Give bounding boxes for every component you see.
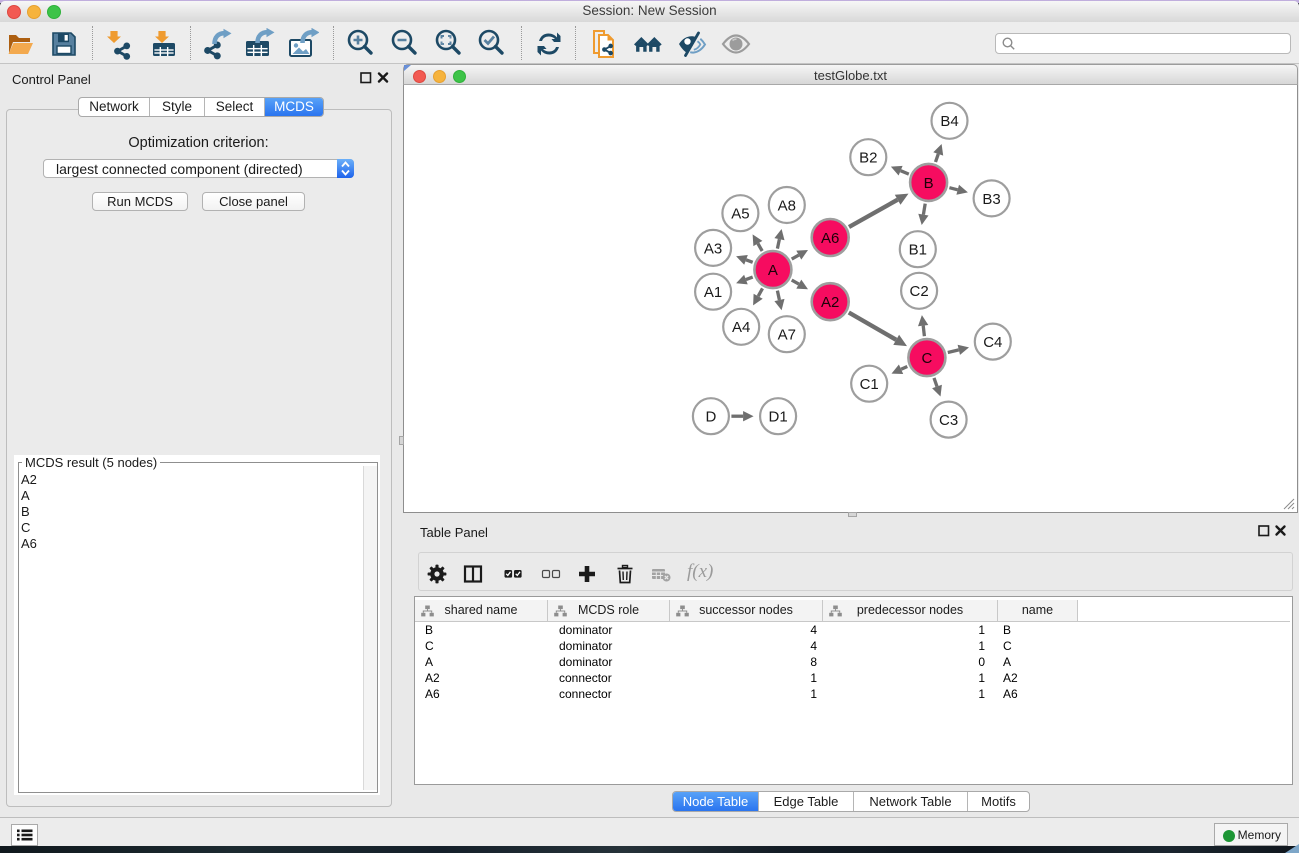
svg-text:D1: D1 — [769, 409, 788, 426]
svg-text:C2: C2 — [910, 283, 929, 300]
svg-text:A6: A6 — [821, 230, 839, 247]
svg-text:C1: C1 — [860, 376, 879, 393]
svg-text:A5: A5 — [731, 206, 749, 223]
svg-text:A: A — [768, 262, 778, 279]
svg-text:B4: B4 — [940, 113, 958, 130]
svg-text:B3: B3 — [982, 191, 1000, 208]
svg-text:B: B — [924, 175, 934, 192]
svg-text:A7: A7 — [778, 327, 796, 344]
svg-text:C: C — [921, 350, 932, 367]
svg-text:A1: A1 — [704, 284, 722, 301]
svg-text:B2: B2 — [859, 150, 877, 167]
svg-text:A3: A3 — [704, 240, 722, 257]
svg-text:A2: A2 — [821, 294, 839, 311]
svg-text:A4: A4 — [732, 319, 750, 336]
svg-text:C3: C3 — [939, 412, 958, 429]
svg-text:A8: A8 — [778, 197, 796, 214]
svg-text:D: D — [705, 409, 716, 426]
svg-text:C4: C4 — [983, 334, 1002, 351]
svg-text:B1: B1 — [909, 242, 927, 259]
